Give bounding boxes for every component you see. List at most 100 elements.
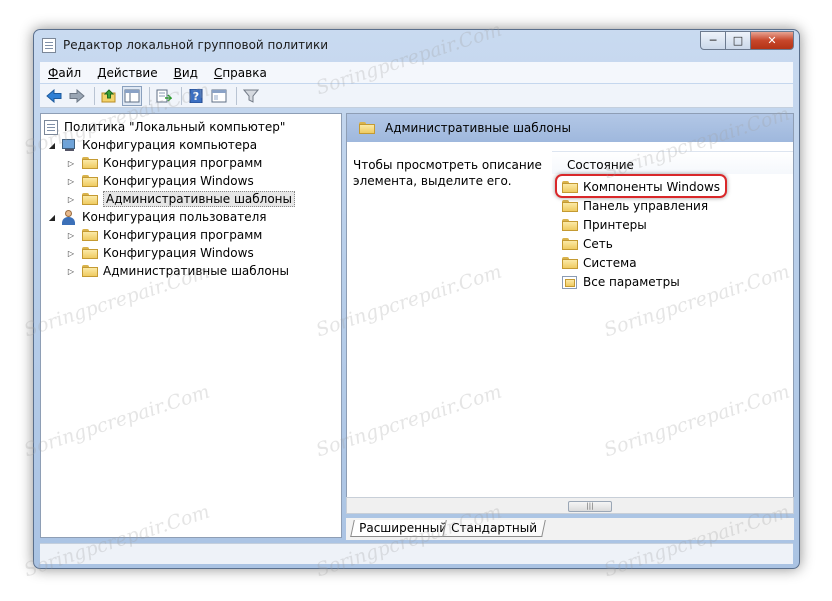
user-icon [61,209,77,225]
computer-icon [61,138,77,152]
filter-button[interactable] [241,86,261,106]
collapsed-arrow-icon[interactable]: ▷ [66,231,76,240]
folder-icon [82,193,98,205]
export-list-button[interactable] [154,86,174,106]
policy-icon [44,119,58,135]
collapsed-arrow-icon[interactable]: ▷ [66,267,76,276]
back-button[interactable] [44,86,64,106]
collapsed-arrow-icon[interactable]: ▷ [66,159,76,168]
minimize-button[interactable]: ─ [700,31,726,50]
up-level-button[interactable] [99,86,119,106]
horizontal-scrollbar[interactable]: ||| [346,497,794,514]
maximize-button[interactable]: □ [726,31,751,50]
scroll-thumb[interactable]: ||| [568,501,612,512]
folder-icon [562,219,578,231]
details-pane: Административные шаблоны Чтобы просмотре… [346,113,794,511]
tree-item-root[interactable]: Политика "Локальный компьютер" [44,118,285,136]
close-button[interactable]: ✕ [751,31,794,50]
collapsed-arrow-icon[interactable]: ▷ [66,195,76,204]
tree-item-computer-windows-settings[interactable]: ▷ Конфигурация Windows [66,172,254,190]
gpedit-window: Редактор локальной групповой политики ─ … [33,29,800,569]
folder-icon [82,229,98,241]
tree-item-label: Конфигурация программ [103,228,263,242]
tree-item-user-software-settings[interactable]: ▷ Конфигурация программ [66,226,262,244]
tree-item-label: Административные шаблоны [103,264,290,278]
tab-label: Расширенный [359,521,448,535]
menu-bar: Файл Действие Вид Справка [40,62,793,83]
tree-item-label: Конфигурация компьютера [82,138,258,152]
folder-up-icon [101,88,116,102]
list-item-system[interactable]: Система [557,254,637,272]
properties-icon [211,89,227,102]
show-hide-tree-button[interactable] [122,85,142,106]
list-item-label: Сеть [583,237,613,251]
tree-item-label: Конфигурация Windows [103,246,254,260]
tree-item-computer-software-settings[interactable]: ▷ Конфигурация программ [66,154,262,172]
folder-icon [82,157,98,169]
list-item-label: Все параметры [583,275,680,289]
tree-item-computer-configuration[interactable]: ◢ Конфигурация компьютера [47,136,257,154]
list-item-label: Принтеры [583,218,647,232]
list-item-network[interactable]: Сеть [557,235,613,253]
menu-file[interactable]: Файл [40,66,89,80]
forward-arrow-icon [69,88,85,103]
tree-item-label: Административные шаблоны [103,191,296,207]
tree-item-computer-administrative-templates[interactable]: ▷ Административные шаблоны [66,190,296,208]
list-item-printers[interactable]: Принтеры [557,216,647,234]
console-tree-icon [124,89,140,102]
folder-icon [359,122,375,134]
all-settings-icon [562,275,578,289]
description-text: Чтобы просмотреть описание элемента, выд… [353,158,542,188]
toolbar-separator [181,86,182,105]
title-bar[interactable]: Редактор локальной групповой политики ─ … [34,30,799,60]
forward-button[interactable] [67,86,87,106]
window-controls: ─ □ ✕ [700,31,794,51]
tree-item-label: Политика "Локальный компьютер" [64,120,286,134]
folder-icon [562,200,578,212]
tree-item-user-configuration[interactable]: ◢ Конфигурация пользователя [47,208,266,226]
details-header-title: Административные шаблоны [385,121,572,135]
window-title: Редактор локальной групповой политики [63,38,329,52]
filter-icon [243,89,259,103]
list-item-control-panel[interactable]: Панель управления [557,197,708,215]
details-header: Административные шаблоны [347,114,793,142]
status-bar [40,543,793,564]
back-arrow-icon [46,88,62,103]
collapsed-arrow-icon[interactable]: ▷ [66,249,76,258]
policy-editor-icon [42,38,56,53]
list-item-label: Система [583,256,637,270]
folder-icon [82,265,98,277]
folder-icon [562,257,578,269]
tab-extended[interactable]: Расширенный [350,520,456,537]
list-item-all-settings[interactable]: Все параметры [557,273,680,291]
menu-help[interactable]: Справка [206,66,275,80]
expanded-arrow-icon[interactable]: ◢ [47,141,57,150]
menu-view[interactable]: Вид [166,66,206,80]
highlight-annotation [555,174,727,198]
tree-item-user-administrative-templates[interactable]: ▷ Административные шаблоны [66,262,289,280]
toolbar-separator [236,86,237,105]
help-icon: ? [189,88,203,103]
properties-button[interactable] [209,86,229,106]
tree-item-label: Конфигурация пользователя [82,210,267,224]
column-header-status[interactable]: Состояние [552,151,793,174]
toolbar-separator [149,86,150,105]
tree-item-user-windows-settings[interactable]: ▷ Конфигурация Windows [66,244,254,262]
minimize-icon: ─ [709,34,717,47]
close-icon: ✕ [767,34,777,47]
tab-standard[interactable]: Стандартный [442,520,546,537]
tab-label: Стандартный [451,521,538,535]
folder-icon [562,238,578,250]
folder-icon [82,247,98,259]
folder-icon [82,175,98,187]
help-button[interactable]: ? [186,86,206,106]
toolbar: ? [40,84,793,108]
console-tree[interactable]: Политика "Локальный компьютер" ◢ Конфигу… [40,113,342,538]
maximize-icon: □ [732,34,744,47]
toolbar-separator [94,86,95,105]
view-tabs: Расширенный Стандартный [346,518,794,540]
expanded-arrow-icon[interactable]: ◢ [47,213,57,222]
collapsed-arrow-icon[interactable]: ▷ [66,177,76,186]
menu-action[interactable]: Действие [89,66,165,80]
export-list-icon [156,89,172,102]
